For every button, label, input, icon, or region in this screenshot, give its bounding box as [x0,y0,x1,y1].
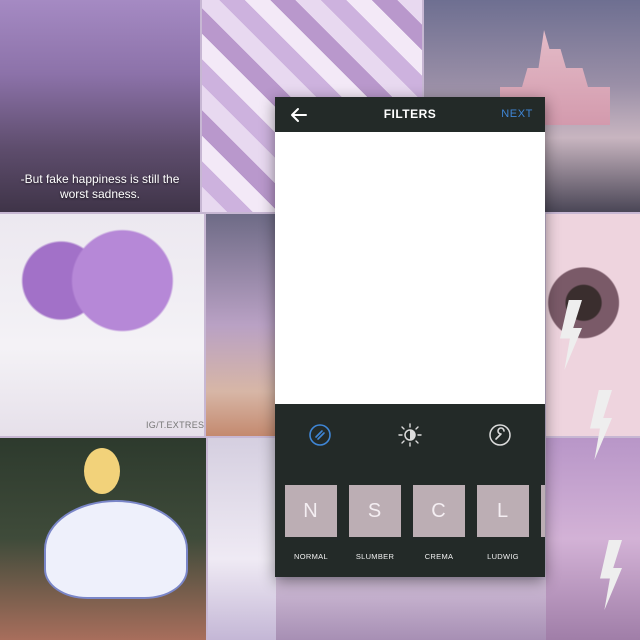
filter-normal[interactable]: N NORMAL [285,485,337,561]
quote-text: -But fake happiness is still the worst s… [0,172,200,202]
filters-panel: FILTERS NEXT N NORMAL S SLUMBER C CREMA … [275,97,545,577]
top-bar: FILTERS NEXT [275,97,545,132]
filter-label: SLUMBER [355,552,395,561]
filter-next-partial[interactable] [541,485,545,537]
lightning-photo [546,438,640,640]
filter-tool-icon[interactable] [307,422,333,448]
filter-ludwig[interactable]: L LUDWIG [477,485,529,561]
eye-photo [546,214,640,436]
filter-thumbnail: L [477,485,529,537]
image-preview [275,132,545,404]
flowers-photo [276,580,546,640]
credit-watermark: IG/T.EXTRES [146,420,205,430]
alice-hair-shape [84,448,120,494]
wrench-icon[interactable] [487,422,513,448]
filter-thumbnail: C [413,485,465,537]
glitter-pill-photo [208,438,276,640]
filter-label: LUDWIG [487,552,519,561]
purple-hair-photo [0,214,204,436]
sunset-sky-photo [206,214,276,436]
filter-thumbnail: N [285,485,337,537]
filter-thumbnail [541,485,545,537]
next-button[interactable]: NEXT [501,108,533,120]
quote-line: -But fake happiness is still the [20,172,180,186]
filter-slumber[interactable]: S SLUMBER [349,485,401,561]
filter-label: CREMA [424,552,454,561]
alice-dress-shape [44,500,188,599]
filter-thumbnail: S [349,485,401,537]
brightness-icon[interactable] [397,422,423,448]
tool-bar [275,422,545,452]
filter-strip: N NORMAL S SLUMBER C CREMA L LUDWIG [285,485,545,565]
quote-line: worst sadness. [59,187,141,201]
filter-label: NORMAL [294,552,328,561]
filter-crema[interactable]: C CREMA [413,485,465,561]
